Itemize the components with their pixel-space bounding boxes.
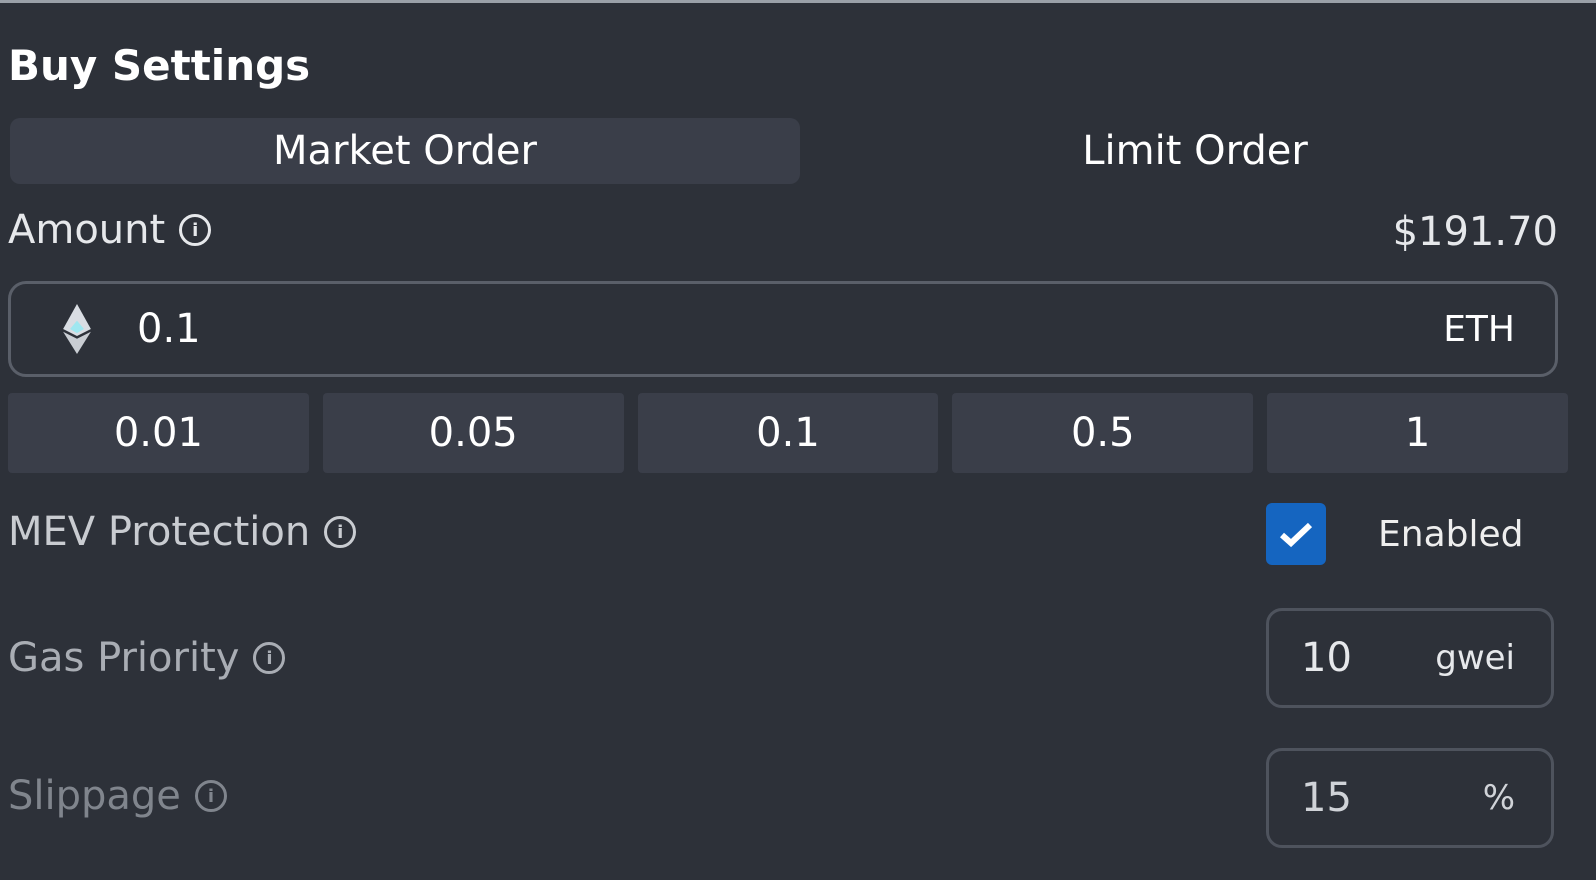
order-type-tabs: Market Order Limit Order xyxy=(10,118,1560,184)
gas-priority-row: Gas Priority i xyxy=(8,635,286,681)
mev-protection-checkbox[interactable] xyxy=(1266,503,1326,565)
gas-priority-label: Gas Priority xyxy=(8,635,240,681)
amount-usd-value: $191.70 xyxy=(1392,209,1558,255)
preset-button[interactable]: 0.05 xyxy=(322,393,624,473)
preset-button[interactable]: 0.5 xyxy=(952,393,1254,473)
amount-input[interactable] xyxy=(135,305,1444,353)
amount-unit: ETH xyxy=(1443,308,1515,350)
preset-button[interactable]: 0.1 xyxy=(637,393,939,473)
gas-priority-value[interactable]: 10 xyxy=(1301,635,1352,681)
tab-limit-order[interactable]: Limit Order xyxy=(800,118,1590,184)
checkmark-icon xyxy=(1280,522,1313,548)
info-icon[interactable]: i xyxy=(253,642,286,674)
amount-input-box[interactable]: ETH xyxy=(8,281,1558,377)
slippage-input[interactable]: 15 % xyxy=(1266,748,1554,848)
preset-button[interactable]: 0.01 xyxy=(8,393,309,473)
mev-protection-status: Enabled xyxy=(1378,513,1524,555)
mev-protection-toggle[interactable]: Enabled xyxy=(1266,503,1523,565)
ethereum-icon xyxy=(63,304,91,354)
amount-presets: 0.01 0.05 0.1 0.5 1 xyxy=(8,393,1568,473)
mev-protection-row: MEV Protection i xyxy=(8,509,357,555)
panel-title: Buy Settings xyxy=(8,41,311,90)
slippage-value[interactable]: 15 xyxy=(1301,775,1352,821)
mev-protection-label: MEV Protection xyxy=(8,509,311,555)
info-icon[interactable]: i xyxy=(194,780,227,812)
info-icon[interactable]: i xyxy=(324,516,357,548)
amount-label-row: Amount i xyxy=(8,207,212,253)
tab-market-order[interactable]: Market Order xyxy=(10,118,800,184)
slippage-unit: % xyxy=(1482,778,1515,818)
amount-label: Amount xyxy=(8,207,166,253)
slippage-row: Slippage i xyxy=(8,773,227,819)
slippage-label: Slippage xyxy=(8,773,181,819)
gas-priority-input[interactable]: 10 gwei xyxy=(1266,608,1554,708)
info-icon[interactable]: i xyxy=(179,214,212,246)
preset-button[interactable]: 1 xyxy=(1267,393,1568,473)
gas-priority-unit: gwei xyxy=(1435,638,1515,678)
